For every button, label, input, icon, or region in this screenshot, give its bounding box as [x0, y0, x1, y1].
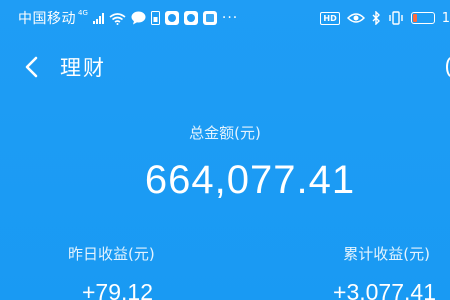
eye-icon [346, 13, 365, 23]
cumulative-earnings-label: 累计收益(元) [343, 245, 430, 263]
status-left: 中国移动 4G ··· [18, 8, 238, 28]
bluetooth-icon [372, 11, 380, 25]
cumulative-earnings-value: +3,077.41 [333, 279, 436, 300]
carrier-name: 中国移动 [18, 11, 76, 27]
sim-icon [150, 11, 160, 25]
hd-badge: HD [320, 11, 340, 25]
network-type: 4G [78, 9, 88, 17]
app-store-icon [202, 11, 217, 25]
nav-bar: 理财 [0, 46, 450, 88]
message-icon [131, 11, 146, 25]
paw-app-icon [183, 11, 198, 25]
battery-percent: 1 [441, 10, 450, 26]
status-bar: 中国移动 4G ··· HD 1 [0, 0, 450, 36]
status-right: HD 1 [320, 11, 450, 26]
signal-icon [92, 12, 104, 24]
yesterday-earnings-value: +79.12 [82, 279, 153, 300]
app-notification-icon [164, 11, 179, 25]
more-icon[interactable] [446, 57, 450, 77]
chevron-left-icon [25, 56, 38, 78]
more-notifications-icon: ··· [221, 10, 239, 26]
total-amount-label: 总金额(元) [189, 124, 261, 142]
page-title: 理财 [60, 56, 106, 80]
wealth-screen: 中国移动 4G ··· HD 1 理财 总金额(元) 664,077.41 昨日… [0, 0, 450, 300]
wifi-icon [109, 12, 126, 25]
vibrate-icon [389, 11, 403, 25]
back-button[interactable] [14, 50, 48, 84]
yesterday-earnings-label: 昨日收益(元) [68, 245, 155, 263]
total-amount-value: 664,077.41 [144, 158, 356, 202]
battery-icon [410, 12, 435, 24]
